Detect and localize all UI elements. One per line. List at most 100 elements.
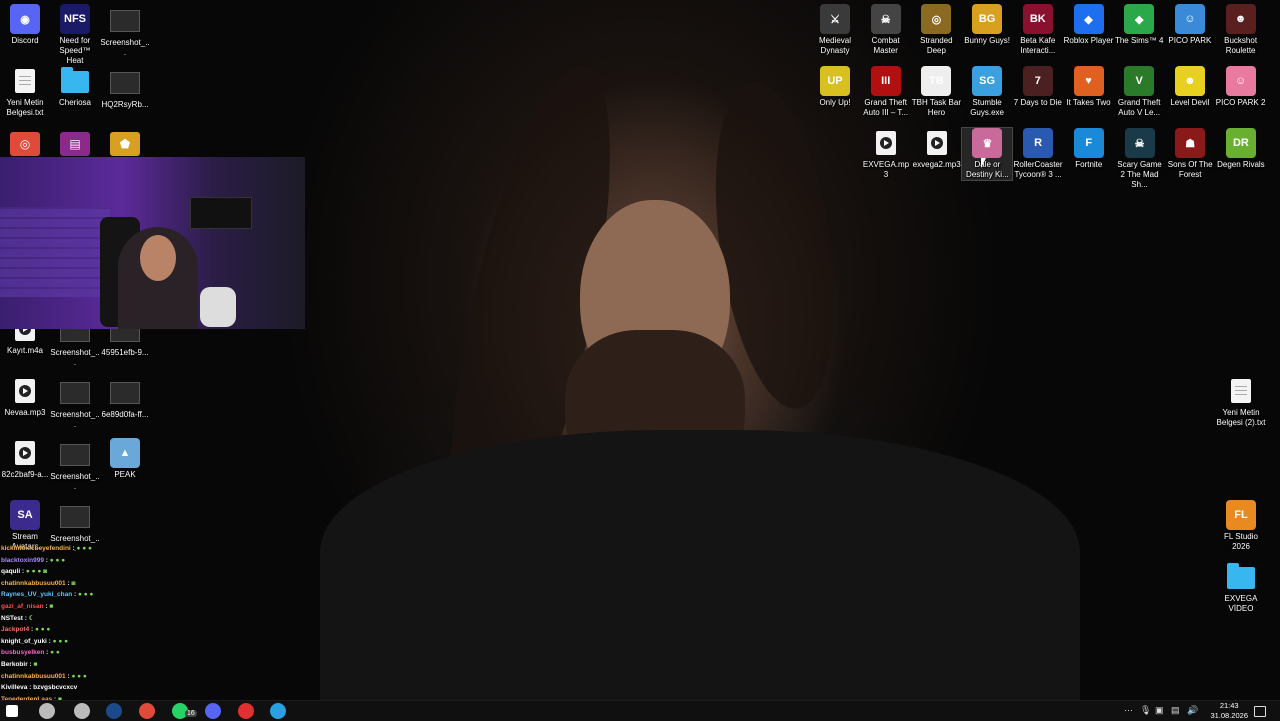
chat-username: busbusyelken: [1, 649, 45, 657]
desktop-icon-label: Scary Game 2 The Mad Sh...: [1117, 160, 1162, 189]
chat-emotes: ■: [33, 660, 38, 668]
desktop-icon-peak[interactable]: ▲ PEAK: [100, 438, 150, 480]
desktop-icon-medieval-dynasty[interactable]: ⚔ Medieval Dynasty: [810, 4, 860, 56]
desktop-icon-need-for-speed-heat[interactable]: NFS Need for Speed™ Heat: [50, 4, 100, 66]
webcam-microphone: [200, 287, 236, 327]
desktop-icon-label: Medieval Dynasty: [818, 36, 851, 55]
settings-app[interactable]: [74, 703, 90, 719]
desktop-icon-label: Grand Theft Auto III – T...: [863, 98, 909, 117]
chat-message: knight_of_yuki : ● ● ●: [1, 637, 69, 645]
desktop-icon-dale-or-destiny-ki[interactable]: ♛ Dale or Destiny Ki...: [961, 127, 1014, 181]
desktop-icon-tbh-task-bar-hero[interactable]: TB TBH Task Bar Hero: [911, 66, 961, 118]
capture-icon[interactable]: ▣: [1155, 705, 1164, 716]
desktop-icon-screenshot[interactable]: Screenshot_...: [50, 438, 100, 492]
desktop-icon-exvega2-mp3[interactable]: exvega2.mp3: [912, 128, 962, 170]
desktop-icon-82c2baf9-a[interactable]: 82c2baf9-a...: [0, 438, 50, 480]
desktop-icon-discord[interactable]: ◉ Discord: [0, 4, 50, 46]
desktop-icon-label: Screenshot_...: [50, 410, 100, 429]
mouse-cursor: [981, 158, 990, 168]
desktop-icon-pico-park[interactable]: ☺ PICO PARK: [1165, 4, 1215, 46]
desktop-icon-sons-of-the-forest[interactable]: ☗ Sons Of The Forest: [1165, 128, 1215, 180]
desktop-icon-fortnite[interactable]: F Fortnite: [1064, 128, 1114, 170]
desktop-icon-fl-studio-2026[interactable]: FL FL Studio 2026: [1216, 500, 1266, 552]
desktop-icon-yeni-metin-belgesi-2-txt[interactable]: Yeni Metin Belgesi (2).txt: [1216, 376, 1266, 428]
chat-username: knight_of_yuki: [1, 637, 47, 645]
app-icon: ◆: [1073, 4, 1104, 34]
network-icon[interactable]: ▤: [1171, 705, 1180, 716]
app-icon: ☺: [1225, 66, 1256, 96]
desktop-icon-roblox-player[interactable]: ◆ Roblox Player: [1064, 4, 1114, 46]
chat-username: NSTest: [1, 614, 23, 622]
desktop-icon-exvega-vi-deo[interactable]: EXVEGA VİDEO: [1216, 562, 1266, 614]
chat-message: chatinnkabbusuu001 : ● ● ●: [1, 672, 87, 680]
game-icon[interactable]: ⬟: [110, 132, 140, 156]
desktop-icon-combat-master[interactable]: ☠ Combat Master: [861, 4, 911, 56]
desktop-icon-label: Need for Speed™ Heat: [59, 36, 91, 65]
chrome-app[interactable]: [139, 703, 155, 719]
discord-app[interactable]: [205, 703, 221, 719]
stream-chat-overlay: kickintoxicbeyefendini : ● ● ● blacktoxin…: [1, 543, 161, 705]
recorder-app[interactable]: [238, 703, 254, 719]
telegram-app[interactable]: [270, 703, 286, 719]
audio-file-icon: [876, 131, 896, 155]
search-button[interactable]: [39, 703, 55, 719]
desktop-icon-degen-rivals[interactable]: DR Degen Rivals: [1216, 128, 1266, 170]
chat-message: NSTest : ☾: [1, 614, 35, 622]
desktop-icon-the-sims-4[interactable]: ◆ The Sims™ 4: [1114, 4, 1164, 46]
notification-center-icon[interactable]: [1254, 706, 1266, 717]
desktop-icon-7-days-to-die[interactable]: 7 7 Days to Die: [1013, 66, 1063, 108]
chat-username: blacktoxin999: [1, 556, 44, 564]
chat-message: Berkobir : ■: [1, 660, 38, 668]
image-file-icon: [60, 382, 90, 404]
desktop-icon-grand-theft-auto-v-le[interactable]: V Grand Theft Auto V Le...: [1114, 66, 1164, 118]
desktop-icon-exvega-mp3[interactable]: EXVEGA.mp3: [861, 128, 911, 180]
desktop-icon-scary-game-2-the-mad-sh[interactable]: ☠ Scary Game 2 The Mad Sh...: [1115, 128, 1165, 190]
winrar-icon[interactable]: ▤: [60, 132, 90, 156]
desktop-icon-screenshot[interactable]: Screenshot_...: [50, 376, 100, 430]
desktop-icon-label: Buckshot Roulette: [1224, 36, 1258, 55]
desktop-icon-pico-park-2[interactable]: ☺ PICO PARK 2: [1216, 66, 1266, 108]
desktop-icon-nevaa-mp3[interactable]: Nevaa.mp3: [0, 376, 50, 418]
audio-file-icon: [15, 441, 35, 465]
steam-app[interactable]: [106, 703, 122, 719]
text-file-icon: [15, 69, 35, 93]
desktop-icon-label: RollerCoaster Tycoon® 3 ...: [1013, 160, 1063, 179]
desktop-icon-label: Fortnite: [1075, 160, 1103, 169]
chat-message: qaquli : ● ● ● ◙: [1, 568, 48, 576]
desktop-icon-stumble-guys-exe[interactable]: SG Stumble Guys.exe: [962, 66, 1012, 118]
desktop-icon-6e89d0fa-ff[interactable]: 6e89d0fa-ff...: [100, 376, 150, 420]
desktop-icon-bunny-guys[interactable]: BG Bunny Guys!: [962, 4, 1012, 46]
chat-username: qaquli: [1, 568, 21, 576]
chat-emotes: ● ● ●: [34, 626, 51, 634]
start-button[interactable]: [6, 705, 18, 717]
taskbar-clock[interactable]: 21:43 31.08.2026: [1210, 701, 1248, 720]
app-icon: NFS: [60, 4, 90, 34]
desktop-icon-cheriosa[interactable]: Cheriosa: [50, 66, 100, 108]
desktop-icon-buckshot-roulette[interactable]: ☻ Buckshot Roulette: [1216, 4, 1266, 56]
microphone-icon[interactable]: 🎙: [1140, 705, 1151, 716]
audio-file-icon: [926, 131, 947, 155]
desktop-icon-hq2rsyrb[interactable]: HQ2RsyRb...: [100, 66, 150, 110]
desktop-icon-label: Screenshot_...: [100, 38, 150, 57]
desktop-icon-label: 82c2baf9-a...: [1, 470, 49, 479]
desktop-icon-it-takes-two[interactable]: ♥ It Takes Two: [1064, 66, 1114, 108]
desktop-icon-only-up[interactable]: UP Only Up!: [810, 66, 860, 108]
image-file-icon: [60, 444, 90, 466]
chrome-icon[interactable]: ◎: [10, 132, 40, 156]
app-icon: V: [1124, 66, 1155, 96]
app-icon: ◎: [921, 4, 952, 34]
desktop-icon-stranded-deep[interactable]: ◎ Stranded Deep: [911, 4, 961, 56]
desktop-icon-label: Cheriosa: [58, 98, 91, 107]
desktop-icon-rollercoaster-tycoon-3[interactable]: R RollerCoaster Tycoon® 3 ...: [1013, 128, 1063, 180]
webcam-shelf: [190, 197, 252, 229]
app-icon: F: [1073, 128, 1104, 158]
desktop-icon-grand-theft-auto-iii-t[interactable]: III Grand Theft Auto III – T...: [861, 66, 911, 118]
chat-emotes: ● ● ● ◙: [25, 568, 48, 576]
desktop-icon-beta-kafe-interacti[interactable]: BK Beta Kafe Interacti...: [1013, 4, 1063, 56]
volume-icon[interactable]: 🔊: [1187, 705, 1198, 716]
desktop-icon-level-devil[interactable]: ☻ Level Devil: [1165, 66, 1215, 108]
desktop-icon-label: Yeni Metin Belgesi.txt: [6, 98, 44, 117]
desktop-icon-yeni-metin-belgesi-txt[interactable]: Yeni Metin Belgesi.txt: [0, 66, 50, 118]
desktop-icon-screenshot[interactable]: Screenshot_...: [100, 4, 150, 58]
tray-overflow-icon[interactable]: ⋯: [1124, 705, 1133, 716]
